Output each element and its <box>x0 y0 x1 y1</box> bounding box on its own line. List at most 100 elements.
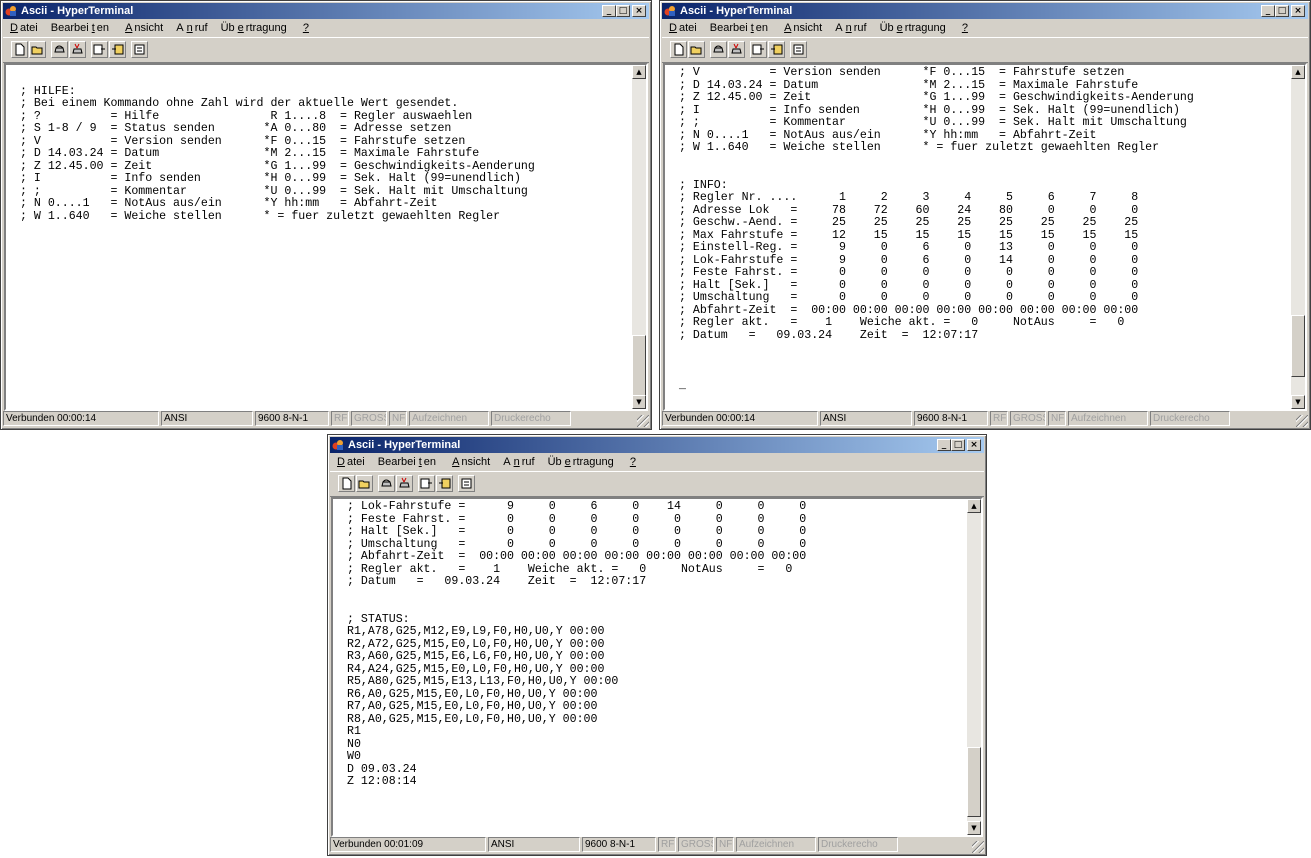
scroll-up-icon[interactable]: ▲ <box>632 65 646 79</box>
maximize-button[interactable]: □ <box>951 439 965 451</box>
menu-help[interactable]: ? <box>957 22 973 34</box>
title-bar[interactable]: Ascii - HyperTerminal _ □ × <box>3 3 649 19</box>
send-icon[interactable] <box>418 475 435 492</box>
title-bar[interactable]: Ascii - HyperTerminal _ □ × <box>662 3 1308 19</box>
terminal-line: ; Bei einem Kommando ohne Zahl wird der … <box>20 97 459 110</box>
terminal-area[interactable]: ; Lok-Fahrstufe = 9 0 6 0 14 0 0 0; Fest… <box>331 497 983 837</box>
receive-icon[interactable] <box>436 475 453 492</box>
status-connected: Verbunden 00:00:14 <box>3 411 159 426</box>
resize-grip-icon[interactable] <box>637 415 649 427</box>
close-button[interactable]: × <box>967 439 981 451</box>
vertical-scrollbar[interactable]: ▲ ▼ <box>967 499 981 835</box>
terminal-line: ; Halt [Sek.] = 0 0 0 0 0 0 0 0 <box>347 525 807 538</box>
terminal-line: ; ; = Kommentar *U 0...99 = Sek. Halt mi… <box>679 116 1187 129</box>
terminal-line: N0 <box>347 737 361 751</box>
menu-bar: Datei Bearbei t en Ansicht An ruf Üb e rtragu… <box>330 454 984 470</box>
toolbar <box>330 471 984 497</box>
resize-grip-icon[interactable] <box>972 841 984 853</box>
connect-icon[interactable] <box>378 475 395 492</box>
maximize-button[interactable]: □ <box>1275 5 1289 17</box>
menu-datei[interactable]: Datei <box>5 22 41 34</box>
resize-grip-icon[interactable] <box>1296 415 1308 427</box>
terminal-line: R3,A60,G25,M15,E6,L6,F0,H0,U0,Y 00:00 <box>347 650 605 663</box>
connect-icon[interactable] <box>710 41 727 58</box>
scroll-thumb[interactable] <box>967 747 981 817</box>
status-print: Druckerecho <box>1150 411 1230 426</box>
scroll-down-icon[interactable]: ▼ <box>632 395 646 409</box>
disconnect-icon[interactable] <box>728 41 745 58</box>
vertical-scrollbar[interactable]: ▲ ▼ <box>1291 65 1305 409</box>
menu-anruf[interactable]: An ruf <box>833 22 869 34</box>
status-port: 9600 8-N-1 <box>255 411 329 426</box>
scroll-thumb[interactable] <box>1291 315 1305 377</box>
status-rf: RF <box>331 411 349 426</box>
window-title: Ascii - HyperTerminal <box>680 5 793 17</box>
status-print: Druckerecho <box>491 411 571 426</box>
menu-ansicht[interactable]: Ansicht <box>779 22 825 34</box>
menu-uebertragung[interactable]: Üb e rtragung <box>546 456 617 468</box>
menu-bearbeiten[interactable]: Bearbei t en <box>376 456 439 468</box>
status-port: 9600 8-N-1 <box>914 411 988 426</box>
title-bar[interactable]: Ascii - HyperTerminal _ □ × <box>330 437 984 453</box>
menu-anruf[interactable]: An ruf <box>501 456 537 468</box>
close-button[interactable]: × <box>632 5 646 17</box>
scroll-up-icon[interactable]: ▲ <box>1291 65 1305 79</box>
status-bar: Verbunden 00:01:09 ANSI 9600 8-N-1 RF GR… <box>330 837 984 853</box>
send-icon[interactable] <box>91 41 108 58</box>
scroll-down-icon[interactable]: ▼ <box>1291 395 1305 409</box>
terminal-area[interactable]: ; V = Version senden *F 0...15 = Fahrstu… <box>663 63 1307 411</box>
open-icon[interactable] <box>356 475 373 492</box>
minimize-button[interactable]: _ <box>937 439 951 451</box>
close-button[interactable]: × <box>1291 5 1305 17</box>
scroll-down-icon[interactable]: ▼ <box>967 821 981 835</box>
menu-uebertragung[interactable]: Üb e rtragung <box>878 22 949 34</box>
terminal-text: ; HILFE:; Bei einem Kommando ohne Zahl w… <box>20 73 535 223</box>
status-emulation: ANSI <box>820 411 912 426</box>
receive-icon[interactable] <box>768 41 785 58</box>
open-icon[interactable] <box>29 41 46 58</box>
status-bar: Verbunden 00:00:14 ANSI 9600 8-N-1 RF GR… <box>3 411 649 427</box>
receive-icon[interactable] <box>109 41 126 58</box>
minimize-button[interactable]: _ <box>1261 5 1275 17</box>
status-record: Aufzeichnen <box>409 411 489 426</box>
menu-help[interactable]: ? <box>298 22 314 34</box>
maximize-button[interactable]: □ <box>616 5 630 17</box>
send-icon[interactable] <box>750 41 767 58</box>
connect-icon[interactable] <box>51 41 68 58</box>
menu-bar: Datei Bearbei t en Ansicht An ruf Üb e rtragu… <box>3 20 649 36</box>
properties-icon[interactable] <box>790 41 807 58</box>
properties-icon[interactable] <box>131 41 148 58</box>
menu-help[interactable]: ? <box>625 456 641 468</box>
vertical-scrollbar[interactable]: ▲ ▼ <box>632 65 646 409</box>
new-icon[interactable] <box>670 41 687 58</box>
window-title: Ascii - HyperTerminal <box>21 5 134 17</box>
minimize-button[interactable]: _ <box>602 5 616 17</box>
status-emulation: ANSI <box>488 837 580 852</box>
menu-anruf[interactable]: An ruf <box>174 22 210 34</box>
new-icon[interactable] <box>11 41 28 58</box>
scroll-up-icon[interactable]: ▲ <box>967 499 981 513</box>
menu-uebertragung[interactable]: Üb e rtragung <box>219 22 290 34</box>
menu-ansicht[interactable]: Ansicht <box>120 22 166 34</box>
status-rf: RF <box>658 837 676 852</box>
menu-datei[interactable]: Datei <box>664 22 700 34</box>
disconnect-icon[interactable] <box>396 475 413 492</box>
new-icon[interactable] <box>338 475 355 492</box>
properties-icon[interactable] <box>458 475 475 492</box>
open-icon[interactable] <box>688 41 705 58</box>
menu-bearbeiten[interactable]: Bearbei t en <box>49 22 112 34</box>
menu-bar: Datei Bearbei t en Ansicht An ruf Üb e rtragu… <box>662 20 1308 36</box>
menu-bearbeiten[interactable]: Bearbei t en <box>708 22 771 34</box>
menu-datei[interactable]: Datei <box>332 456 368 468</box>
terminal-line: ; S 1-8 / 9 = Status senden *A 0...80 = … <box>20 122 452 135</box>
terminal-area[interactable]: ; HILFE:; Bei einem Kommando ohne Zahl w… <box>4 63 648 411</box>
terminal-line: R8,A0,G25,M15,E0,L0,F0,H0,U0,Y 00:00 <box>347 712 598 726</box>
scroll-thumb[interactable] <box>632 335 646 397</box>
status-emulation: ANSI <box>161 411 253 426</box>
menu-ansicht[interactable]: Ansicht <box>447 456 493 468</box>
disconnect-icon[interactable] <box>69 41 86 58</box>
